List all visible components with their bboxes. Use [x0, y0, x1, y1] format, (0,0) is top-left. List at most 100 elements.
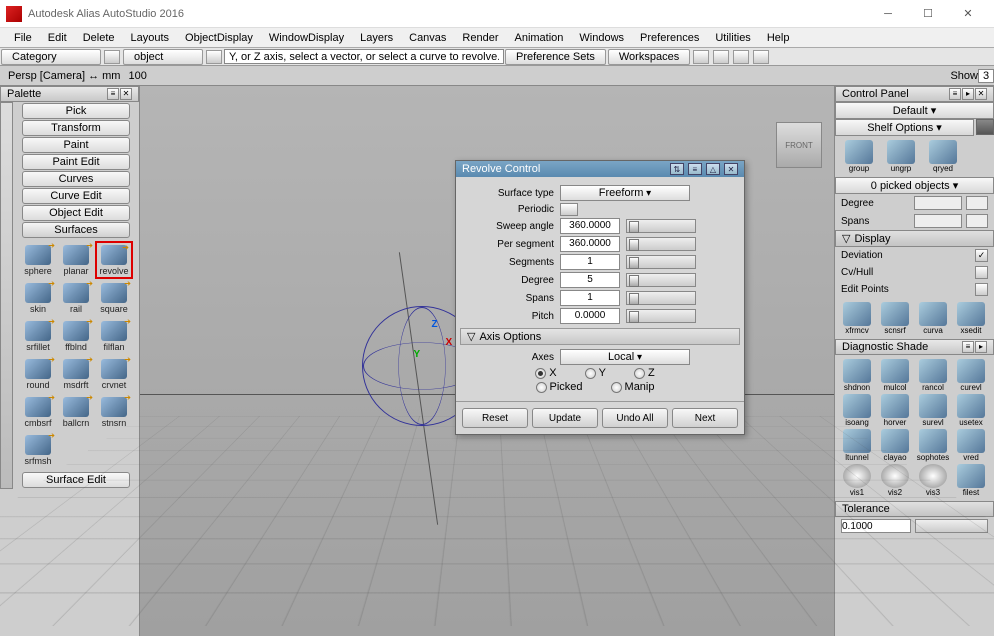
ds-curevl[interactable]: curevl: [953, 359, 989, 392]
dialog-close-icon[interactable]: ✕: [724, 163, 738, 175]
ds-sophotes[interactable]: sophotes: [915, 429, 951, 462]
cvhull-checkbox[interactable]: [975, 266, 988, 279]
menu-layouts[interactable]: Layouts: [123, 32, 178, 44]
tool-filflan[interactable]: ➔filflan: [95, 317, 133, 355]
tool-rail[interactable]: ➔rail: [57, 279, 95, 317]
surface-type-dropdown[interactable]: Freeform ▾: [560, 185, 690, 201]
ds-filest[interactable]: filest: [953, 464, 989, 497]
menu-canvas[interactable]: Canvas: [401, 32, 454, 44]
palette-menu-icon[interactable]: ≡: [107, 88, 119, 100]
degree-slider[interactable]: [626, 273, 696, 287]
tool-icon-3[interactable]: [733, 50, 749, 64]
display-section[interactable]: ▽Display: [835, 230, 994, 247]
shelf-options-dropdown[interactable]: Shelf Options ▾: [835, 119, 974, 136]
picked-objects-dropdown[interactable]: 0 picked objects ▾: [835, 177, 994, 194]
minimize-button[interactable]: ─: [868, 0, 908, 28]
trash-icon[interactable]: [976, 119, 994, 135]
preference-sets-button[interactable]: Preference Sets: [505, 49, 606, 65]
ds-menu-icon[interactable]: ≡: [962, 341, 974, 353]
update-button[interactable]: Update: [532, 408, 598, 428]
view-cube[interactable]: FRONT: [776, 122, 822, 168]
menu-windowdisplay[interactable]: WindowDisplay: [261, 32, 352, 44]
show-button[interactable]: Show: [950, 70, 978, 82]
periodic-toggle[interactable]: [560, 203, 578, 216]
menu-render[interactable]: Render: [454, 32, 506, 44]
menu-animation[interactable]: Animation: [507, 32, 572, 44]
menu-preferences[interactable]: Preferences: [632, 32, 707, 44]
tool-icon-2[interactable]: [713, 50, 729, 64]
object-dropdown[interactable]: object: [123, 49, 203, 65]
menu-utilities[interactable]: Utilities: [707, 32, 758, 44]
axis-z-radio[interactable]: Z: [634, 367, 655, 379]
tool-round[interactable]: ➔round: [19, 355, 57, 393]
per-segment-input[interactable]: 360.0000: [560, 236, 620, 252]
workspaces-button[interactable]: Workspaces: [608, 49, 690, 65]
reset-button[interactable]: Reset: [462, 408, 528, 428]
tool-cmbsrf[interactable]: ➔cmbsrf: [19, 393, 57, 431]
palette-cat-surfaces[interactable]: Surfaces: [22, 222, 130, 238]
axis-icon[interactable]: [206, 50, 222, 64]
axes-dropdown[interactable]: Local ▾: [560, 349, 690, 365]
menu-layers[interactable]: Layers: [352, 32, 401, 44]
tool-icon-1[interactable]: [693, 50, 709, 64]
palette-cat-curves[interactable]: Curves: [22, 171, 130, 187]
dialog-pin-icon[interactable]: ⇅: [670, 163, 684, 175]
ds-surevl[interactable]: surevl: [915, 394, 951, 427]
spans-input-2[interactable]: [966, 214, 988, 228]
ds-dock-icon[interactable]: ▸: [975, 341, 987, 353]
shelf-curva[interactable]: curva: [915, 302, 951, 335]
ds-shdnon[interactable]: shdnon: [839, 359, 875, 392]
palette-cat-pick[interactable]: Pick: [22, 103, 130, 119]
ds-horver[interactable]: horver: [877, 394, 913, 427]
command-hint-input[interactable]: [224, 49, 504, 64]
menu-windows[interactable]: Windows: [571, 32, 632, 44]
tool-square[interactable]: ➔square: [95, 279, 133, 317]
spans-input[interactable]: 1: [560, 290, 620, 306]
tool-srfmsh[interactable]: ➔srfmsh: [19, 431, 57, 469]
degree-input-2[interactable]: [966, 196, 988, 210]
sweep-angle-input[interactable]: 360.0000: [560, 218, 620, 234]
ds-rancol[interactable]: rancol: [915, 359, 951, 392]
tool-ffblnd[interactable]: ➔ffblnd: [57, 317, 95, 355]
undo-all-button[interactable]: Undo All: [602, 408, 668, 428]
tool-sphere[interactable]: ➔sphere: [19, 241, 57, 279]
degree-input[interactable]: [914, 196, 962, 210]
axis-manip-radio[interactable]: Manip: [611, 381, 655, 393]
per-segment-slider[interactable]: [626, 237, 696, 251]
tool-skin[interactable]: ➔skin: [19, 279, 57, 317]
shelf-qryed-btn[interactable]: qryed: [923, 140, 963, 173]
tool-msdrft[interactable]: ➔msdrft: [57, 355, 95, 393]
palette-cat-paint[interactable]: Paint: [22, 137, 130, 153]
category-dropdown[interactable]: Category: [1, 49, 101, 65]
palette-cat-transform[interactable]: Transform: [22, 120, 130, 136]
dialog-menu-icon[interactable]: ≡: [688, 163, 702, 175]
tool-planar[interactable]: ➔planar: [57, 241, 95, 279]
axis-picked-radio[interactable]: Picked: [536, 381, 583, 393]
palette-cat-objectedit[interactable]: Object Edit: [22, 205, 130, 221]
menu-edit[interactable]: Edit: [40, 32, 75, 44]
menu-file[interactable]: File: [6, 32, 40, 44]
sweep-angle-slider[interactable]: [626, 219, 696, 233]
ds-usetex[interactable]: usetex: [953, 394, 989, 427]
cp-dock-icon[interactable]: ▸: [962, 88, 974, 100]
tool-crvnet[interactable]: ➔crvnet: [95, 355, 133, 393]
shelf-xfrmcv[interactable]: xfrmcv: [839, 302, 875, 335]
maximize-button[interactable]: ☐: [908, 0, 948, 28]
spans-slider[interactable]: [626, 291, 696, 305]
shelf-scnsrf[interactable]: scnsrf: [877, 302, 913, 335]
segments-input[interactable]: 1: [560, 254, 620, 270]
dialog-collapse-icon[interactable]: △: [706, 163, 720, 175]
cp-close-icon[interactable]: ✕: [975, 88, 987, 100]
deviation-checkbox[interactable]: ✓: [975, 249, 988, 262]
pitch-slider[interactable]: [626, 309, 696, 323]
tool-srfillet[interactable]: ➔srfillet: [19, 317, 57, 355]
degree-input[interactable]: 5: [560, 272, 620, 288]
shelf-xsedit[interactable]: xsedit: [953, 302, 989, 335]
menu-delete[interactable]: Delete: [75, 32, 123, 44]
axis-x-radio[interactable]: X: [535, 367, 556, 379]
spans-input[interactable]: [914, 214, 962, 228]
pitch-input[interactable]: 0.0000: [560, 308, 620, 324]
tool-ballcrn[interactable]: ➔ballcrn: [57, 393, 95, 431]
shelf-ungrp-btn[interactable]: ungrp: [881, 140, 921, 173]
menu-help[interactable]: Help: [759, 32, 798, 44]
